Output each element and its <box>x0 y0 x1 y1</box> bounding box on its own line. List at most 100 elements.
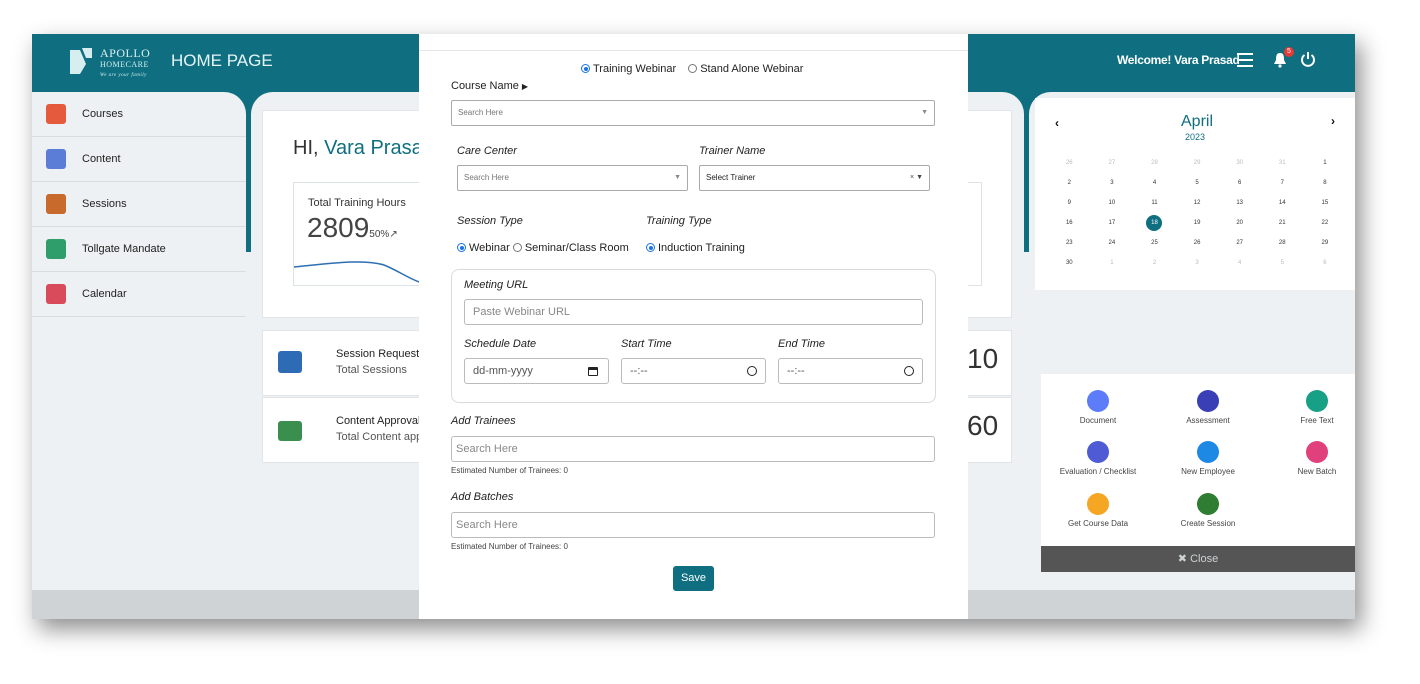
seminar-radio[interactable]: Seminar/Class Room <box>512 242 629 254</box>
calendar-day[interactable]: 17 <box>1091 220 1134 226</box>
calendar-day[interactable]: 6 <box>1218 180 1261 186</box>
calendar-day[interactable]: 9 <box>1048 200 1091 206</box>
calendar-day[interactable]: 21 <box>1261 220 1304 226</box>
time-placeholder: --:-- <box>630 365 648 377</box>
power-icon[interactable] <box>1300 51 1316 67</box>
calendar-day[interactable]: 29 <box>1176 160 1219 166</box>
calendar-day[interactable]: 10 <box>1091 200 1134 206</box>
standalone-webinar-radio[interactable]: Stand Alone Webinar <box>688 63 803 75</box>
evaluation-action[interactable]: Evaluation / Checklist <box>1053 441 1143 476</box>
menu-icon[interactable] <box>1237 53 1253 67</box>
calendar-day[interactable]: 22 <box>1304 220 1347 226</box>
induction-training-radio[interactable]: Induction Training <box>646 242 745 254</box>
calendar-day[interactable]: 12 <box>1176 200 1219 206</box>
calendar-day[interactable]: 1 <box>1091 260 1134 266</box>
clock-icon[interactable] <box>904 366 914 376</box>
calendar-day[interactable]: 4 <box>1218 260 1261 266</box>
trend-up-icon: ↗ <box>389 229 398 240</box>
calendar-day[interactable]: 4 <box>1133 180 1176 186</box>
clock-icon[interactable] <box>747 366 757 376</box>
assessment-action[interactable]: Assessment <box>1163 390 1253 425</box>
prev-month-button[interactable]: ‹ <box>1055 116 1059 130</box>
calendar-icon[interactable] <box>588 367 598 376</box>
hours-value: 280950%↗ <box>307 212 398 244</box>
course-select[interactable]: Search Here ▼ <box>451 100 935 126</box>
action-label: Free Text <box>1300 416 1334 425</box>
calendar-day[interactable]: 28 <box>1133 160 1176 166</box>
sidebar-item-sessions[interactable]: Sessions <box>32 182 246 227</box>
sidebar-item-courses[interactable]: Courses <box>32 92 246 137</box>
sessions-icon <box>46 194 66 214</box>
new-employee-action[interactable]: New Employee <box>1163 441 1253 476</box>
greeting-prefix: HI, <box>293 137 319 159</box>
care-center-placeholder: Search Here <box>464 173 509 182</box>
create-session-action[interactable]: Create Session <box>1163 493 1253 528</box>
calendar-day[interactable]: 3 <box>1176 260 1219 266</box>
calendar-day[interactable]: 20 <box>1218 220 1261 226</box>
calendar-day[interactable]: 16 <box>1048 220 1091 226</box>
content-approval-icon <box>278 421 302 441</box>
calendar-day[interactable]: 31 <box>1261 160 1304 166</box>
free-text-icon <box>1306 390 1328 412</box>
calendar-day[interactable]: 18 <box>1133 215 1176 231</box>
calendar-day[interactable]: 29 <box>1304 240 1347 246</box>
start-time-input[interactable]: --:-- <box>621 358 766 384</box>
meeting-url-input[interactable]: Paste Webinar URL <box>464 299 923 325</box>
calendar-day[interactable]: 27 <box>1218 240 1261 246</box>
calendar-day[interactable]: 27 <box>1091 160 1134 166</box>
sidebar-item-label: Courses <box>82 108 123 120</box>
calendar-day[interactable]: 26 <box>1048 160 1091 166</box>
meeting-url-label: Meeting URL <box>464 279 529 291</box>
save-button[interactable]: Save <box>673 566 714 591</box>
calendar-day[interactable]: 14 <box>1261 200 1304 206</box>
calendar-day[interactable]: 7 <box>1261 180 1304 186</box>
calendar-day[interactable]: 3 <box>1091 180 1134 186</box>
get-course-data-action[interactable]: Get Course Data <box>1053 493 1143 528</box>
calendar-day[interactable]: 25 <box>1133 240 1176 246</box>
calendar-day[interactable]: 5 <box>1261 260 1304 266</box>
schedule-date-label: Schedule Date <box>464 338 537 350</box>
calendar-day[interactable]: 5 <box>1176 180 1219 186</box>
batches-search-input[interactable]: Search Here <box>451 512 935 538</box>
calendar-day[interactable]: 24 <box>1091 240 1134 246</box>
action-label: Create Session <box>1180 519 1236 528</box>
action-label: New Employee <box>1181 467 1235 476</box>
calendar-day[interactable]: 19 <box>1176 220 1219 226</box>
calendar-day[interactable]: 30 <box>1218 160 1261 166</box>
radio-selected-icon <box>646 243 655 252</box>
calendar-day[interactable]: 30 <box>1048 260 1091 266</box>
calendar-day[interactable]: 6 <box>1304 260 1347 266</box>
close-actions-button[interactable]: ✖ Close <box>1041 546 1355 572</box>
training-webinar-radio[interactable]: Training Webinar <box>581 63 676 75</box>
sidebar-item-calendar[interactable]: Calendar <box>32 272 246 317</box>
user-name: Vara Prasad <box>324 137 434 159</box>
free-text-action[interactable]: Free Text <box>1272 390 1362 425</box>
calendar-day[interactable]: 26 <box>1176 240 1219 246</box>
calendar-day[interactable]: 11 <box>1133 200 1176 206</box>
next-month-button[interactable]: › <box>1331 114 1335 128</box>
sidebar-item-content[interactable]: Content <box>32 137 246 182</box>
trainer-select[interactable]: Select Trainer × ▼ <box>699 165 930 191</box>
care-center-select[interactable]: Search Here ▼ <box>457 165 688 191</box>
calendar-day[interactable]: 8 <box>1304 180 1347 186</box>
calendar-day[interactable]: 13 <box>1218 200 1261 206</box>
document-action[interactable]: Document <box>1053 390 1143 425</box>
checklist-icon <box>1087 441 1109 463</box>
sidebar: Courses Content Sessions Tollgate Mandat… <box>32 92 246 592</box>
calendar-day[interactable]: 2 <box>1048 180 1091 186</box>
calendar-day[interactable]: 2 <box>1133 260 1176 266</box>
calendar-day[interactable]: 23 <box>1048 240 1091 246</box>
webinar-radio[interactable]: Webinar <box>457 242 510 254</box>
calendar-day[interactable]: 15 <box>1304 200 1347 206</box>
schedule-date-input[interactable]: dd-mm-yyyy <box>464 358 609 384</box>
clear-and-chevron-icon[interactable]: × ▼ <box>910 166 923 190</box>
sidebar-item-tollgate[interactable]: Tollgate Mandate <box>32 227 246 272</box>
new-batch-action[interactable]: New Batch <box>1272 441 1362 476</box>
end-time-input[interactable]: --:-- <box>778 358 923 384</box>
add-batches-label: Add Batches <box>451 491 514 503</box>
caret-right-icon: ▶ <box>521 82 529 91</box>
trainees-search-input[interactable]: Search Here <box>451 436 935 462</box>
session-request-icon <box>278 351 302 373</box>
calendar-day[interactable]: 28 <box>1261 240 1304 246</box>
calendar-day[interactable]: 1 <box>1304 160 1347 166</box>
